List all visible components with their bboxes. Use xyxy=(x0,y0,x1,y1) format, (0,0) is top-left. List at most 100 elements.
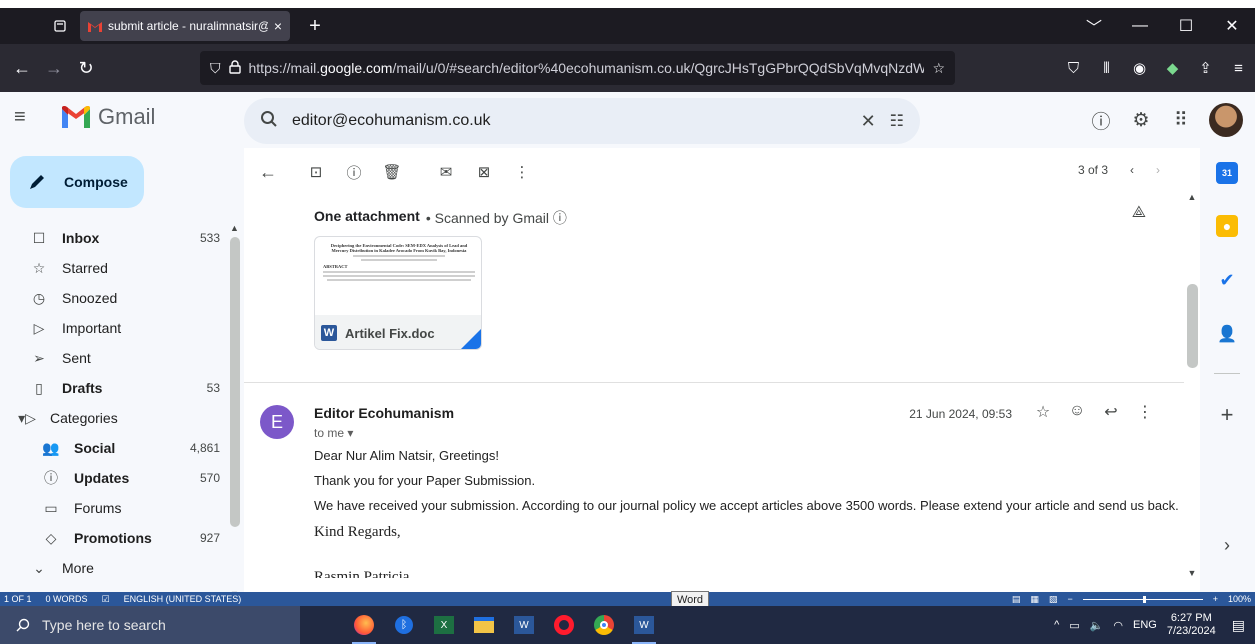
search-input[interactable]: editor@ecohumanism.co.uk xyxy=(292,112,847,130)
reload-icon[interactable]: ↻ xyxy=(70,58,102,79)
clear-search-icon[interactable]: ✕ xyxy=(861,111,876,132)
minimize-icon[interactable]: — xyxy=(1117,17,1163,35)
zoom-slider[interactable] xyxy=(1082,595,1203,603)
close-window-icon[interactable]: ✕ xyxy=(1209,16,1255,36)
message-scrollbar[interactable]: ▲ ▼ xyxy=(1184,190,1200,578)
attachment-card[interactable]: Deciphering the Environmental Code: SEM-… xyxy=(314,236,482,350)
account-icon[interactable]: ◉ xyxy=(1123,59,1156,77)
mark-unread-icon[interactable]: ✉ xyxy=(430,163,462,181)
get-addons-icon[interactable]: + xyxy=(1216,402,1238,427)
sidebar-scrollbar[interactable]: ▲ ▼ xyxy=(228,223,242,599)
calendar-icon[interactable]: 31 xyxy=(1216,162,1238,184)
notifications-icon[interactable]: ▤ xyxy=(1232,617,1245,634)
taskbar-excel-icon[interactable]: X xyxy=(424,606,464,644)
archive-icon[interactable]: ⊡ xyxy=(300,163,332,181)
new-tab-button[interactable]: + xyxy=(298,15,332,38)
apps-grid-icon[interactable]: ⠿ xyxy=(1161,109,1201,132)
pocket-icon[interactable]: ⛉ xyxy=(1057,60,1090,77)
bookmark-star-icon[interactable]: ☆ xyxy=(932,60,945,77)
scroll-up-icon[interactable]: ▲ xyxy=(1184,192,1200,202)
main-menu-icon[interactable]: ≡ xyxy=(14,106,26,129)
categories-expand-icon[interactable]: ▾▷ xyxy=(16,410,38,427)
taskbar-word-icon[interactable]: W xyxy=(504,606,544,644)
sidebar-item-snoozed[interactable]: ◷ Snoozed xyxy=(0,283,228,313)
zoom-level[interactable]: 100% xyxy=(1228,594,1251,604)
message-scrollbar-thumb[interactable] xyxy=(1187,284,1198,368)
taskbar-bluetooth-icon[interactable]: ᛒ xyxy=(384,606,424,644)
sidebar-scrollbar-thumb[interactable] xyxy=(230,237,240,527)
add-to-drive-icon[interactable]: ⟁ xyxy=(1132,204,1146,222)
tab-overflow-icon[interactable]: ﹀ xyxy=(1071,14,1117,38)
search-options-icon[interactable]: ☷ xyxy=(890,111,904,131)
system-clock[interactable]: 6:27 PM 7/23/2024 xyxy=(1167,612,1216,638)
taskbar-firefox-icon[interactable] xyxy=(344,606,384,644)
star-icon[interactable]: ☆ xyxy=(1032,402,1054,422)
zoom-in-icon[interactable]: + xyxy=(1213,594,1218,604)
extension-icon[interactable]: ◆ xyxy=(1156,59,1189,77)
lock-icon[interactable] xyxy=(228,59,241,77)
reply-icon[interactable]: ↩ xyxy=(1100,402,1122,422)
recipient-details[interactable]: to me ▾ xyxy=(314,426,353,440)
proofing-icon[interactable]: ☑ xyxy=(102,594,110,605)
shield-icon[interactable]: ⛉ xyxy=(210,60,221,77)
report-spam-icon[interactable]: ⓘ xyxy=(338,162,370,183)
volume-icon[interactable]: 🔈 xyxy=(1090,619,1104,632)
scroll-down-icon[interactable]: ▼ xyxy=(1184,568,1200,578)
sidebar-item-forums[interactable]: ▭ Forums xyxy=(0,493,228,523)
tab-list-button[interactable] xyxy=(40,8,80,44)
battery-icon[interactable]: ▭ xyxy=(1069,619,1079,632)
zoom-out-icon[interactable]: − xyxy=(1067,594,1072,604)
sender-avatar[interactable]: E xyxy=(260,405,294,439)
library-icon[interactable]: ⫴ xyxy=(1090,60,1123,77)
sidebar-item-categories[interactable]: ▾▷ Categories xyxy=(0,403,228,433)
emoji-react-icon[interactable]: ☺ xyxy=(1066,402,1088,422)
app-menu-icon[interactable]: ≡ xyxy=(1222,60,1255,77)
older-chevron-icon[interactable]: › xyxy=(1156,163,1160,177)
taskbar-file-explorer-icon[interactable] xyxy=(464,606,504,644)
wifi-icon[interactable]: ◠ xyxy=(1113,619,1123,632)
sidebar-item-sent[interactable]: ➢ Sent xyxy=(0,343,228,373)
tasks-icon[interactable]: ✔ xyxy=(1216,269,1238,291)
sidebar-item-more[interactable]: ⌄ More xyxy=(0,553,228,583)
settings-gear-icon[interactable]: ⚙ xyxy=(1121,109,1161,132)
keep-icon[interactable]: ● xyxy=(1216,215,1238,237)
taskbar-chrome-icon[interactable] xyxy=(584,606,624,644)
account-avatar[interactable] xyxy=(1209,103,1243,137)
sidebar-item-starred[interactable]: ☆ Starred xyxy=(0,253,228,283)
sidebar-item-drafts[interactable]: ▯ Drafts 53 xyxy=(0,373,228,403)
more-options-icon[interactable]: ⋮ xyxy=(506,163,538,181)
share-icon[interactable]: ⇪ xyxy=(1189,59,1222,77)
newer-chevron-icon[interactable]: ‹ xyxy=(1130,163,1134,177)
sender-name[interactable]: Editor Ecohumanism xyxy=(314,405,454,421)
taskbar-search[interactable]: Type here to search xyxy=(0,606,300,644)
delete-icon[interactable]: 🗑 xyxy=(376,163,408,181)
url-bar[interactable]: ⛉ https://mail.google.com/mail/u/0/#sear… xyxy=(200,51,955,85)
input-language[interactable]: ENG xyxy=(1133,619,1157,631)
sidebar-item-important[interactable]: ▷ Important xyxy=(0,313,228,343)
taskbar-word-active-icon[interactable]: W xyxy=(624,606,664,644)
tray-overflow-icon[interactable]: ^ xyxy=(1054,619,1059,631)
web-layout-icon[interactable]: ▧ xyxy=(1049,594,1058,605)
search-icon[interactable] xyxy=(260,110,278,133)
language-status[interactable]: ENGLISH (UNITED STATES) xyxy=(124,594,242,604)
gmail-logo[interactable]: Gmail xyxy=(62,104,155,130)
tab-close-icon[interactable]: × xyxy=(274,18,282,34)
sidebar-item-inbox[interactable]: ☐ Inbox 533 xyxy=(0,223,228,253)
back-to-list-icon[interactable]: ← xyxy=(252,162,284,183)
print-layout-icon[interactable]: ▦ xyxy=(1030,594,1039,605)
message-more-icon[interactable]: ⋮ xyxy=(1134,402,1156,422)
move-to-icon[interactable]: ⊠ xyxy=(468,163,500,181)
help-icon[interactable]: ⓘ xyxy=(1081,107,1121,134)
read-mode-icon[interactable]: ▤ xyxy=(1012,594,1021,605)
sidebar-item-updates[interactable]: ⓘ Updates 570 xyxy=(0,463,228,493)
page-count[interactable]: 1 OF 1 xyxy=(4,594,32,604)
maximize-icon[interactable]: ☐ xyxy=(1163,16,1209,36)
word-count[interactable]: 0 WORDS xyxy=(46,594,88,604)
contacts-icon[interactable]: 👤 xyxy=(1216,323,1238,345)
search-bar[interactable]: editor@ecohumanism.co.uk ✕ ☷ xyxy=(244,98,920,144)
compose-button[interactable]: Compose xyxy=(10,156,144,208)
back-arrow-icon[interactable]: ← xyxy=(6,58,38,79)
expand-panel-icon[interactable]: › xyxy=(1216,534,1238,556)
sidebar-item-social[interactable]: 👥 Social 4,861 xyxy=(0,433,228,463)
taskbar-opera-icon[interactable] xyxy=(544,606,584,644)
